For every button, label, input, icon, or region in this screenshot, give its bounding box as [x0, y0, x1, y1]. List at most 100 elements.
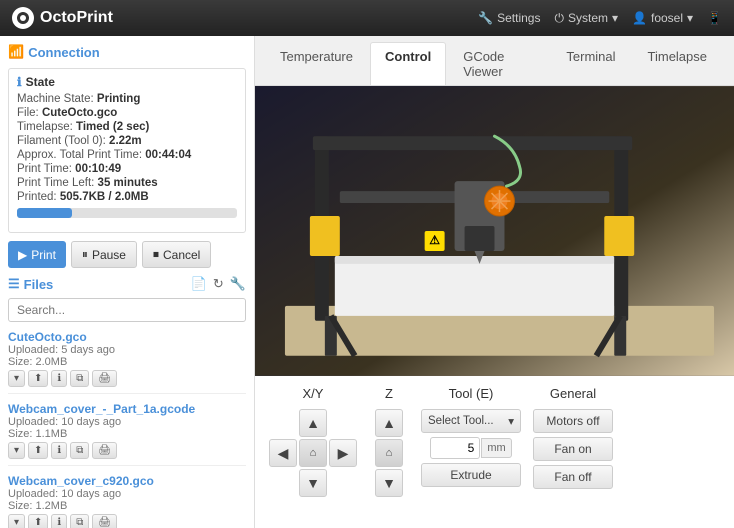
file-print-btn-1[interactable]: 🖨	[92, 370, 117, 387]
xy-up-button[interactable]: ▲	[299, 409, 327, 437]
print-time-left-row: Print Time Left: 35 minutes	[17, 177, 237, 189]
cancel-button[interactable]: ⏹ Cancel	[142, 241, 211, 268]
z-column: Z ▲ ⌂ ▼	[369, 386, 409, 518]
fan-on-button[interactable]: Fan on	[533, 437, 613, 461]
file-copy-btn-2[interactable]: ⧉	[70, 442, 89, 459]
signal-icon: 📶	[8, 44, 24, 60]
files-section: ☰ Files 📄 ↻ 🔧 CuteOcto.gco Uploaded: 5 d…	[8, 276, 246, 528]
file-upload-btn-3[interactable]: ⬆	[28, 514, 48, 528]
mm-unit-label: mm	[481, 438, 511, 458]
file-meta-3: Uploaded: 10 days ago Size: 1.2MB	[8, 488, 246, 512]
state-box: ℹ State Machine State: Printing File: Cu…	[8, 68, 246, 233]
z-arrow-grid: ▲ ⌂ ▼	[375, 409, 403, 497]
chevron-down-icon3: ▾	[508, 414, 514, 428]
new-file-icon[interactable]: 📄	[191, 276, 207, 292]
user-link[interactable]: 👤 foosel ▾	[632, 11, 693, 25]
user-icon: 👤	[632, 11, 647, 25]
file-upload-btn-1[interactable]: ⬆	[28, 370, 48, 387]
settings-icon: 🔧	[478, 11, 493, 25]
search-input[interactable]	[8, 298, 246, 322]
tab-gcode-viewer[interactable]: GCode Viewer	[448, 42, 549, 85]
extrude-button[interactable]: Extrude	[421, 463, 521, 487]
file-load-btn-1[interactable]: ▾	[8, 370, 25, 387]
navbar-links: 🔧 Settings ⏻ System ▾ 👤 foosel ▾ 📱	[478, 11, 722, 26]
general-header: General	[550, 386, 596, 401]
settings-link[interactable]: 🔧 Settings	[478, 11, 540, 25]
files-title: ☰ Files	[8, 276, 53, 292]
file-name-1[interactable]: CuteOcto.gco	[8, 330, 246, 344]
mobile-icon: 📱	[707, 11, 722, 25]
printed-row: Printed: 505.7KB / 2.0MB	[17, 191, 237, 203]
z-home-button[interactable]: ⌂	[375, 439, 403, 467]
brand-name: OctoPrint	[40, 9, 113, 27]
print-icon: ▶	[18, 248, 27, 262]
file-print-btn-2[interactable]: 🖨	[92, 442, 117, 459]
stop-icon: ⏹	[153, 247, 159, 262]
z-up-button[interactable]: ▲	[375, 409, 403, 437]
xy-arrow-grid: ▲ ◀ ⌂ ▶ ▼	[269, 409, 357, 497]
mobile-link[interactable]: 📱	[707, 11, 722, 25]
tab-timelapse[interactable]: Timelapse	[633, 42, 722, 85]
xy-down-button[interactable]: ▼	[299, 469, 327, 497]
file-load-btn-3[interactable]: ▾	[8, 514, 25, 528]
select-tool-button[interactable]: Select Tool... ▾	[421, 409, 521, 433]
list-item: Webcam_cover_-_Part_1a.gcode Uploaded: 1…	[8, 402, 246, 466]
svg-text:⚠: ⚠	[429, 233, 440, 247]
file-upload-btn-2[interactable]: ⬆	[28, 442, 48, 459]
xy-column: X/Y ▲ ◀ ⌂ ▶ ▼	[269, 386, 357, 518]
mm-input-row: mm	[430, 437, 511, 459]
files-icons: 📄 ↻ 🔧	[191, 276, 246, 292]
file-actions-1: ▾ ⬆ ℹ ⧉ 🖨	[8, 370, 246, 387]
z-header: Z	[385, 386, 393, 401]
print-button[interactable]: ▶ Print	[8, 241, 66, 268]
xy-left-button[interactable]: ◀	[269, 439, 297, 467]
xy-right-button[interactable]: ▶	[329, 439, 357, 467]
file-copy-btn-3[interactable]: ⧉	[70, 514, 89, 528]
mm-input[interactable]	[430, 437, 480, 459]
motors-off-button[interactable]: Motors off	[533, 409, 613, 433]
z-down-button[interactable]: ▼	[375, 469, 403, 497]
connection-section: 📶 Connection	[8, 44, 246, 60]
tool-header: Tool (E)	[449, 386, 494, 401]
connection-title[interactable]: 📶 Connection	[8, 44, 246, 60]
file-copy-btn-1[interactable]: ⧉	[70, 370, 89, 387]
file-info-btn-3[interactable]: ℹ	[51, 514, 67, 528]
file-meta-1: Uploaded: 5 days ago Size: 2.0MB	[8, 344, 246, 368]
file-info-btn-1[interactable]: ℹ	[51, 370, 67, 387]
file-info-btn-2[interactable]: ℹ	[51, 442, 67, 459]
control-panel: ⚠ X/Y ▲	[255, 86, 734, 528]
print-time-row: Print Time: 00:10:49	[17, 163, 237, 175]
wrench-icon[interactable]: 🔧	[230, 276, 246, 292]
tab-temperature[interactable]: Temperature	[265, 42, 368, 85]
file-load-btn-2[interactable]: ▾	[8, 442, 25, 459]
tab-control[interactable]: Control	[370, 42, 446, 85]
control-grid: X/Y ▲ ◀ ⌂ ▶ ▼	[255, 376, 734, 528]
list-item: CuteOcto.gco Uploaded: 5 days ago Size: …	[8, 330, 246, 394]
xy-home-button[interactable]: ⌂	[299, 439, 327, 467]
tabs-bar: Temperature Control GCode Viewer Termina…	[255, 36, 734, 86]
xy-header: X/Y	[303, 386, 324, 401]
file-print-btn-3[interactable]: 🖨	[92, 514, 117, 528]
list-item: Webcam_cover_c920.gco Uploaded: 10 days …	[8, 474, 246, 528]
system-link[interactable]: ⏻ System ▾	[554, 11, 618, 26]
tool-column: Tool (E) Select Tool... ▾ mm Extrude	[421, 386, 521, 518]
file-name-3[interactable]: Webcam_cover_c920.gco	[8, 474, 246, 488]
content-area: Temperature Control GCode Viewer Termina…	[255, 36, 734, 528]
filament-row: Filament (Tool 0): 2.22m	[17, 135, 237, 147]
file-actions-3: ▾ ⬆ ℹ ⧉ 🖨	[8, 514, 246, 528]
print-control-buttons: ▶ Print ⏸ Pause ⏹ Cancel	[8, 241, 246, 268]
files-header: ☰ Files 📄 ↻ 🔧	[8, 276, 246, 292]
tab-terminal[interactable]: Terminal	[551, 42, 630, 85]
fan-off-button[interactable]: Fan off	[533, 465, 613, 489]
machine-state-row: Machine State: Printing	[17, 93, 237, 105]
file-name-2[interactable]: Webcam_cover_-_Part_1a.gcode	[8, 402, 246, 416]
refresh-icon[interactable]: ↻	[213, 276, 224, 292]
pause-icon: ⏸	[82, 247, 88, 262]
general-column: General Motors off Fan on Fan off	[533, 386, 613, 518]
pause-button[interactable]: ⏸ Pause	[71, 241, 137, 268]
approx-row: Approx. Total Print Time: 00:44:04	[17, 149, 237, 161]
progress-bar-inner	[17, 208, 72, 218]
sidebar: 📶 Connection ℹ State Machine State: Prin…	[0, 36, 255, 528]
chevron-down-icon2: ▾	[687, 11, 693, 25]
file-row: File: CuteOcto.gco	[17, 107, 237, 119]
